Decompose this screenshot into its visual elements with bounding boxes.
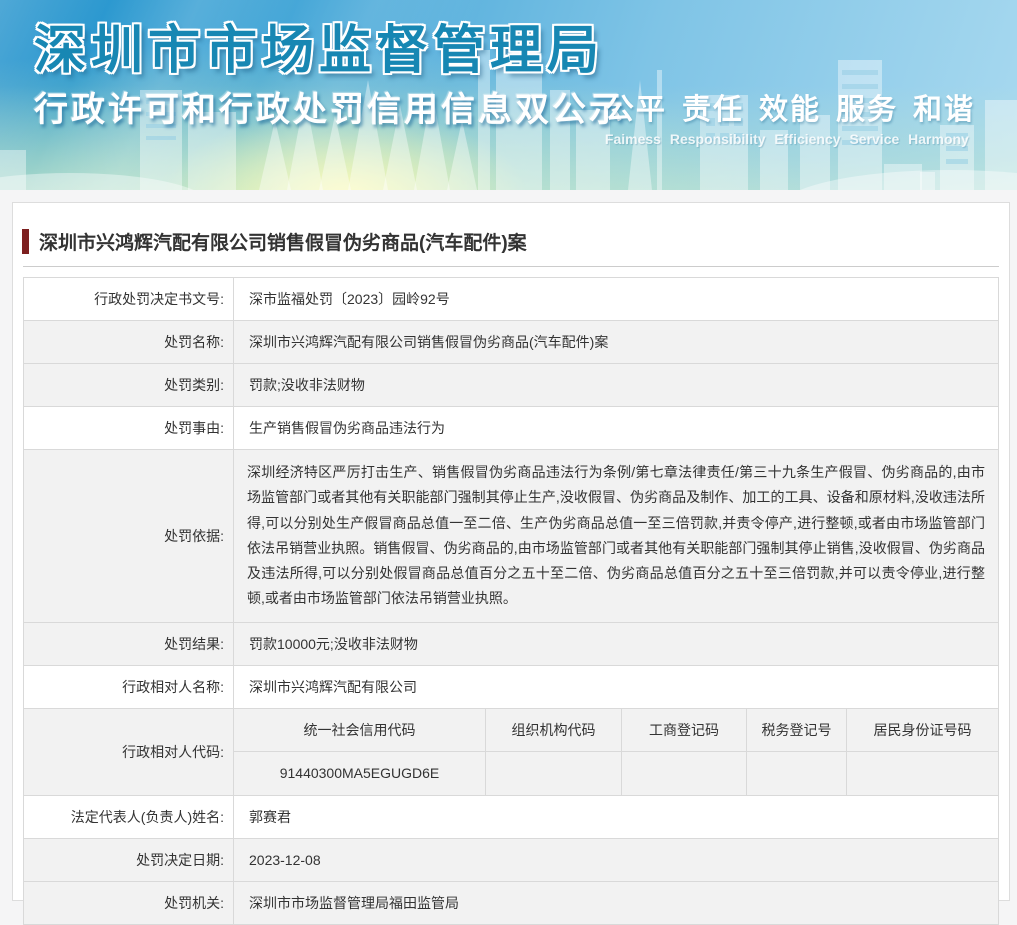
column-header: 统一社会信用代码 xyxy=(234,709,485,751)
case-title-row: 深圳市兴鸿辉汽配有限公司销售假冒伪劣商品(汽车配件)案 xyxy=(13,203,1009,266)
field-label: 处罚决定日期: xyxy=(24,839,233,881)
row-penalty-category: 处罚类别: 罚款;没收非法财物 xyxy=(24,363,998,406)
site-title: 深圳市市场监督管理局 xyxy=(34,8,604,83)
field-label: 处罚类别: xyxy=(24,364,233,406)
content-card: 深圳市兴鸿辉汽配有限公司销售假冒伪劣商品(汽车配件)案 行政处罚决定书文号: 深… xyxy=(12,202,1010,901)
site-subtitle: 行政许可和行政处罚信用信息双公示 xyxy=(34,82,626,131)
business-registration-code xyxy=(621,752,746,795)
title-divider xyxy=(23,266,999,267)
column-header: 工商登记码 xyxy=(621,709,746,751)
tax-registration-code xyxy=(746,752,846,795)
page-title: 深圳市兴鸿辉汽配有限公司销售假冒伪劣商品(汽车配件)案 xyxy=(39,228,527,255)
organization-code xyxy=(485,752,621,795)
field-label: 行政处罚决定书文号: xyxy=(24,278,233,320)
row-decision-date: 处罚决定日期: 2023-12-08 xyxy=(24,838,998,881)
unified-social-credit-code: 91440300MA5EGUGD6E xyxy=(234,752,485,795)
field-label: 处罚名称: xyxy=(24,321,233,363)
field-label: 处罚机关: xyxy=(24,882,233,924)
slogan-word-service: 服务 xyxy=(836,94,898,126)
field-value: 罚款;没收非法财物 xyxy=(233,364,998,406)
code-subtable-header: 统一社会信用代码 组织机构代码 工商登记码 税务登记号 居民身份证号码 xyxy=(234,709,998,752)
column-header: 税务登记号 xyxy=(746,709,846,751)
row-penalty-doc-number: 行政处罚决定书文号: 深市监福处罚〔2023〕园岭92号 xyxy=(24,278,998,320)
field-value: 深市监福处罚〔2023〕园岭92号 xyxy=(233,278,998,320)
slogan-word-efficiency: 效能 xyxy=(759,94,821,126)
field-label: 处罚结果: xyxy=(24,623,233,665)
field-value: 深圳经济特区严厉打击生产、销售假冒伪劣商品违法行为条例/第七章法律责任/第三十九… xyxy=(233,450,998,622)
row-penalty-basis: 处罚依据: 深圳经济特区严厉打击生产、销售假冒伪劣商品违法行为条例/第七章法律责… xyxy=(24,449,998,622)
field-value: 2023-12-08 xyxy=(233,839,998,881)
field-label: 法定代表人(负责人)姓名: xyxy=(24,796,233,838)
field-value: 深圳市兴鸿辉汽配有限公司 xyxy=(233,666,998,708)
row-party-name: 行政相对人名称: 深圳市兴鸿辉汽配有限公司 xyxy=(24,665,998,708)
field-value: 郭赛君 xyxy=(233,796,998,838)
field-label: 行政相对人名称: xyxy=(24,666,233,708)
slogan-chinese: 公平责任效能服务和谐 xyxy=(605,86,975,128)
field-value: 深圳市兴鸿辉汽配有限公司销售假冒伪劣商品(汽车配件)案 xyxy=(233,321,998,363)
title-accent-bar xyxy=(22,229,29,254)
row-penalty-authority: 处罚机关: 深圳市市场监督管理局福田监管局 xyxy=(24,881,998,924)
column-header: 居民身份证号码 xyxy=(846,709,998,751)
slogan-word-harmony: 和谐 xyxy=(913,94,975,126)
field-value: 生产销售假冒伪劣商品违法行为 xyxy=(233,407,998,449)
code-subtable-values: 91440300MA5EGUGD6E xyxy=(234,752,998,795)
field-label: 处罚事由: xyxy=(24,407,233,449)
slogan-word-responsibility: 责任 xyxy=(682,94,744,126)
row-penalty-name: 处罚名称: 深圳市兴鸿辉汽配有限公司销售假冒伪劣商品(汽车配件)案 xyxy=(24,320,998,363)
party-code-subtable: 统一社会信用代码 组织机构代码 工商登记码 税务登记号 居民身份证号码 9144… xyxy=(233,709,998,795)
field-label: 处罚依据: xyxy=(24,450,233,622)
row-penalty-result: 处罚结果: 罚款10000元;没收非法财物 xyxy=(24,622,998,665)
field-value: 罚款10000元;没收非法财物 xyxy=(233,623,998,665)
penalty-info-table: 行政处罚决定书文号: 深市监福处罚〔2023〕园岭92号 处罚名称: 深圳市兴鸿… xyxy=(23,277,999,925)
row-legal-representative: 法定代表人(负责人)姓名: 郭赛君 xyxy=(24,795,998,838)
row-party-codes: 行政相对人代码: 统一社会信用代码 组织机构代码 工商登记码 税务登记号 居民身… xyxy=(24,708,998,795)
slogan-word-fairness: 公平 xyxy=(605,94,667,126)
row-penalty-reason: 处罚事由: 生产销售假冒伪劣商品违法行为 xyxy=(24,406,998,449)
id-card-number xyxy=(846,752,998,795)
banner: 深圳市市场监督管理局 行政许可和行政处罚信用信息双公示 公平责任效能服务和谐 F… xyxy=(0,0,1017,190)
field-label: 行政相对人代码: xyxy=(24,709,233,795)
column-header: 组织机构代码 xyxy=(485,709,621,751)
slogan-english: Faimess Responsibility Efficiency Servic… xyxy=(605,131,975,147)
field-value: 深圳市市场监督管理局福田监管局 xyxy=(233,882,998,924)
slogan-block: 公平责任效能服务和谐 Faimess Responsibility Effici… xyxy=(605,86,975,147)
